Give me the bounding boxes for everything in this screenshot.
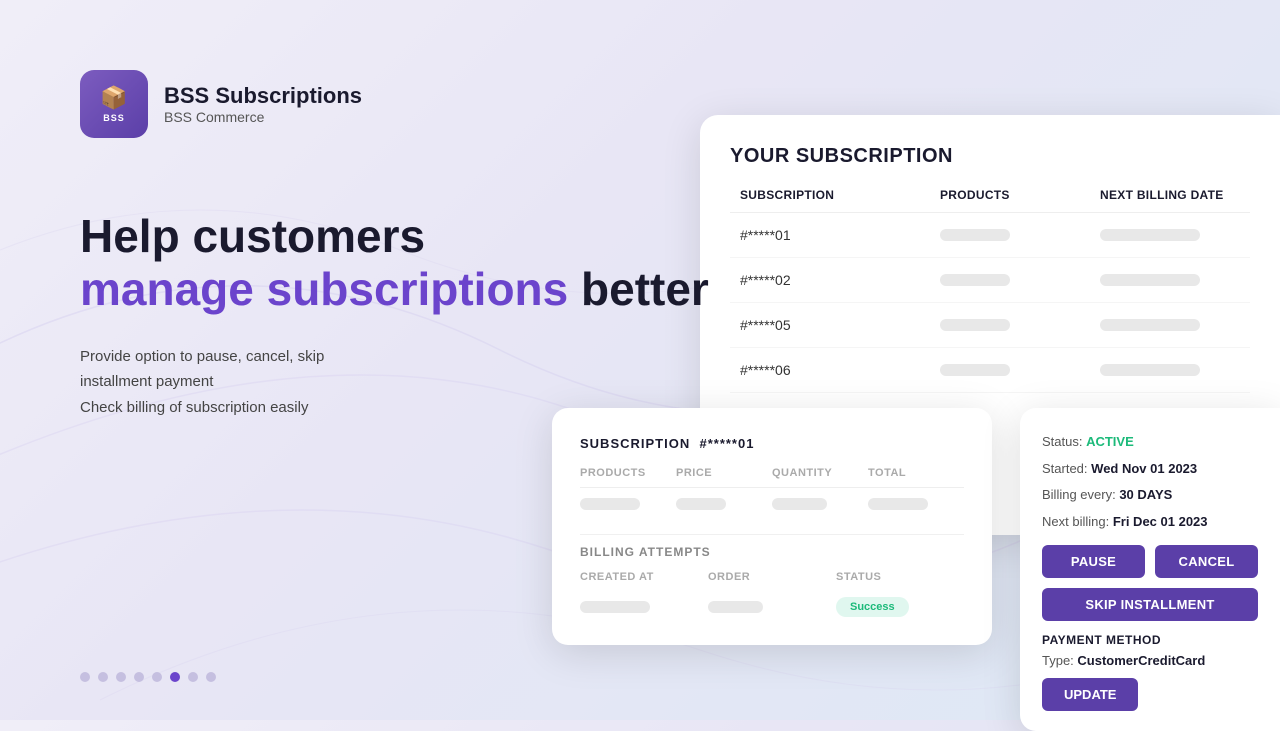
next-billing-row: Next billing: Fri Dec 01 2023 — [1042, 512, 1258, 532]
action-buttons: PAUSE CANCEL — [1042, 545, 1258, 578]
placeholder-products-3 — [940, 319, 1010, 331]
pagination-dots — [80, 672, 216, 682]
table-row[interactable]: #*****01 ACTIVE — [730, 213, 1250, 258]
hero-line2-normal: better — [568, 263, 709, 315]
hero-line2-purple: manage subscriptions — [80, 263, 568, 315]
sub-id-4: #*****06 — [740, 362, 940, 378]
detail-card-title: SUBSCRIPTION #*****01 — [580, 436, 964, 451]
skip-installment-button[interactable]: SKIP INSTALLMENT — [1042, 588, 1258, 621]
logo-text: BSS Subscriptions BSS Commerce — [164, 83, 362, 125]
table-row[interactable]: #*****02 CANCELLED — [730, 258, 1250, 303]
ph-created — [580, 601, 650, 613]
placeholder-billing-3 — [1100, 319, 1200, 331]
billing-col-created: CREATED AT — [580, 571, 708, 583]
brand-subtitle: BSS Commerce — [164, 109, 362, 125]
billing-col-order: ORDER — [708, 571, 836, 583]
hero-heading: Help customers manage subscriptions bett… — [80, 210, 709, 316]
payment-type-value: CustomerCreditCard — [1077, 653, 1205, 668]
table-row[interactable]: #*****06 ACTIVE — [730, 348, 1250, 393]
placeholder-products-1 — [940, 229, 1010, 241]
hero-desc-line1: Provide option to pause, cancel, skip — [80, 348, 324, 365]
status-row: Status: ACTIVE — [1042, 432, 1258, 452]
detail-col-price: PRICE — [676, 467, 772, 479]
dot-4[interactable] — [134, 672, 144, 682]
ph-order — [708, 601, 763, 613]
col-products: PRODUCTS — [940, 188, 1100, 202]
header: 📦 BSS BSS Subscriptions BSS Commerce — [80, 70, 362, 138]
hero-section: Help customers manage subscriptions bett… — [80, 210, 709, 420]
ph-product — [580, 498, 640, 510]
next-billing-label: Next billing: — [1042, 514, 1109, 529]
dot-6[interactable] — [170, 672, 180, 682]
dot-2[interactable] — [98, 672, 108, 682]
col-next-billing: NEXT BILLING DATE — [1100, 188, 1280, 202]
side-panel: Status: ACTIVE Started: Wed Nov 01 2023 … — [1020, 408, 1280, 731]
payment-type-label: Type: — [1042, 653, 1074, 668]
detail-table-row — [580, 488, 964, 520]
started-label: Started: — [1042, 461, 1088, 476]
status-label: Status: — [1042, 434, 1082, 449]
placeholder-products-4 — [940, 364, 1010, 376]
placeholder-products-2 — [940, 274, 1010, 286]
payment-type-row: Type: CustomerCreditCard — [1042, 653, 1258, 668]
dot-8[interactable] — [206, 672, 216, 682]
hero-line1: Help customers — [80, 210, 425, 262]
billing-every-value: 30 DAYS — [1119, 487, 1172, 502]
table-header-row: SUBSCRIPTION PRODUCTS NEXT BILLING DATE … — [730, 188, 1250, 213]
brand-name: BSS Subscriptions — [164, 83, 362, 109]
detail-col-quantity: QUANTITY — [772, 467, 868, 479]
table-title: YOUR SUBSCRIPTION — [730, 145, 1250, 168]
billing-section-title: BILLING ATTEMPTS — [580, 545, 964, 559]
placeholder-billing-4 — [1100, 364, 1200, 376]
dot-7[interactable] — [188, 672, 198, 682]
logo-label-text: BSS — [103, 113, 125, 123]
billing-every-row: Billing every: 30 DAYS — [1042, 485, 1258, 505]
next-billing-value: Fri Dec 01 2023 — [1113, 514, 1208, 529]
pause-button[interactable]: PAUSE — [1042, 545, 1145, 578]
ph-total — [868, 498, 928, 510]
billing-table-row: Success — [580, 591, 964, 623]
billing-section: BILLING ATTEMPTS CREATED AT ORDER STATUS… — [580, 534, 964, 623]
col-subscription: SUBSCRIPTION — [740, 188, 940, 202]
billing-table-header: CREATED AT ORDER STATUS — [580, 571, 964, 591]
ph-qty — [772, 498, 827, 510]
started-row: Started: Wed Nov 01 2023 — [1042, 459, 1258, 479]
billing-every-label: Billing every: — [1042, 487, 1116, 502]
table-row[interactable]: #*****05 PAUSE — [730, 303, 1250, 348]
placeholder-billing-1 — [1100, 229, 1200, 241]
sub-id-2: #*****02 — [740, 272, 940, 288]
detail-col-products: PRODUCTS — [580, 467, 676, 479]
dot-3[interactable] — [116, 672, 126, 682]
payment-method-title: PAYMENT METHOD — [1042, 633, 1258, 647]
started-value: Wed Nov 01 2023 — [1091, 461, 1197, 476]
logo-box: 📦 BSS — [80, 70, 148, 138]
placeholder-billing-2 — [1100, 274, 1200, 286]
hero-desc-line2: installment payment — [80, 373, 213, 390]
dot-5[interactable] — [152, 672, 162, 682]
detail-label: SUBSCRIPTION — [580, 436, 690, 451]
ph-price — [676, 498, 726, 510]
update-button[interactable]: UPDATE — [1042, 678, 1138, 711]
cancel-button[interactable]: CANCEL — [1155, 545, 1258, 578]
detail-col-total: TOTAL — [868, 467, 964, 479]
billing-success-badge: Success — [836, 597, 909, 617]
billing-col-status: STATUS — [836, 571, 964, 583]
detail-id: #*****01 — [699, 436, 754, 451]
sub-id-3: #*****05 — [740, 317, 940, 333]
detail-table-header: PRODUCTS PRICE QUANTITY TOTAL — [580, 467, 964, 488]
logo-icon: 📦 — [100, 85, 127, 111]
detail-card: SUBSCRIPTION #*****01 PRODUCTS PRICE QUA… — [552, 408, 992, 645]
dot-1[interactable] — [80, 672, 90, 682]
status-value: ACTIVE — [1086, 434, 1134, 449]
hero-desc-line3: Check billing of subscription easily — [80, 399, 308, 416]
sub-id-1: #*****01 — [740, 227, 940, 243]
